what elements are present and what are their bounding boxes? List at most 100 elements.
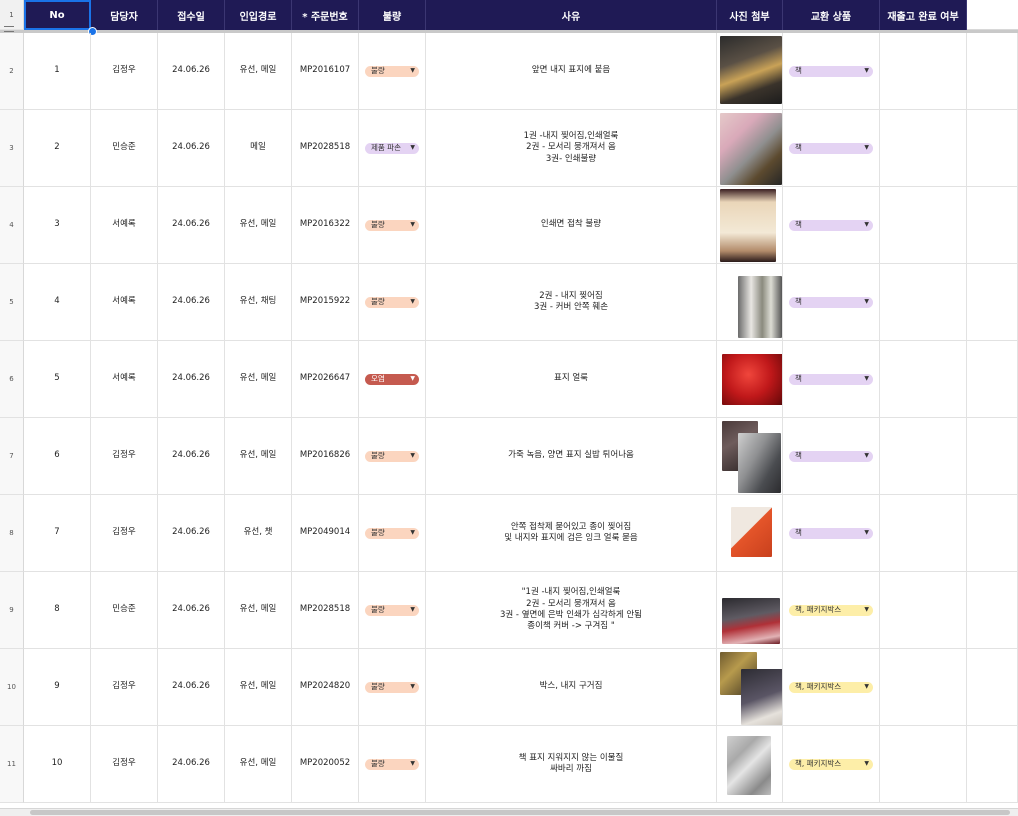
cell-exchange[interactable]: 책, 패키지박스 ▼ <box>783 572 880 649</box>
spreadsheet[interactable]: 1 No 담당자 접수일 인입경로 * 주문번호 불량 사유 사진 첨부 교환 상품 재출고 완료… <box>0 0 1018 816</box>
cell-photo[interactable] <box>717 572 783 649</box>
exchange-dropdown-chip[interactable]: 책 ▼ <box>789 142 873 154</box>
cell-date[interactable]: 24.06.26 <box>158 341 225 418</box>
defect-dropdown-chip[interactable]: 불량 ▼ <box>365 527 419 539</box>
cell-exchange[interactable]: 책 ▼ <box>783 418 880 495</box>
cell-date[interactable]: 24.06.26 <box>158 649 225 726</box>
exchange-dropdown-chip[interactable]: 책 ▼ <box>789 296 873 308</box>
chevron-down-icon[interactable]: ▼ <box>864 606 869 614</box>
cell-reason[interactable]: 인쇄면 접착 불량 <box>426 187 717 264</box>
cell-photo[interactable] <box>717 264 783 341</box>
cell-assignee[interactable]: 김정우 <box>91 649 158 726</box>
header-col-date[interactable]: 접수일 <box>158 0 225 30</box>
defect-dropdown-chip[interactable]: 제품 파손 ▼ <box>365 142 419 154</box>
cell-done[interactable] <box>880 726 967 803</box>
row-number[interactable]: 8 <box>0 495 24 572</box>
cell-order-no[interactable]: MP2016107 <box>292 33 359 110</box>
row-number[interactable]: 11 <box>0 726 24 803</box>
cell-channel[interactable]: 유선, 메일 <box>225 649 292 726</box>
header-col-order-no[interactable]: * 주문번호 <box>292 0 359 30</box>
cell-order-no[interactable]: MP2049014 <box>292 495 359 572</box>
defect-dropdown-chip[interactable]: 불량 ▼ <box>365 219 419 231</box>
cell-no[interactable]: 2 <box>24 110 91 187</box>
row-number[interactable]: 5 <box>0 264 24 341</box>
cell-channel[interactable]: 유선, 챗 <box>225 495 292 572</box>
cell-defect[interactable]: 불량 ▼ <box>359 418 426 495</box>
cell-assignee[interactable]: 서예록 <box>91 264 158 341</box>
cell-exchange[interactable]: 책 ▼ <box>783 264 880 341</box>
row-number[interactable]: 3 <box>0 110 24 187</box>
cell-date[interactable]: 24.06.26 <box>158 726 225 803</box>
cell-channel[interactable]: 유선, 메일 <box>225 187 292 264</box>
cell-done[interactable] <box>880 649 967 726</box>
cell-defect[interactable]: 불량 ▼ <box>359 264 426 341</box>
chevron-down-icon[interactable]: ▼ <box>410 144 415 152</box>
cell-assignee[interactable]: 민승준 <box>91 110 158 187</box>
cell-empty[interactable] <box>967 341 1018 418</box>
cell-reason[interactable]: 박스, 내지 구거짐 <box>426 649 717 726</box>
cell-order-no[interactable]: MP2024820 <box>292 649 359 726</box>
cell-done[interactable] <box>880 341 967 418</box>
cell-photo[interactable] <box>717 110 783 187</box>
cell-empty[interactable] <box>967 649 1018 726</box>
cell-photo[interactable] <box>717 341 783 418</box>
cell-channel[interactable]: 유선, 메일 <box>225 572 292 649</box>
cell-channel[interactable]: 유선, 메일 <box>225 341 292 418</box>
row-number[interactable]: 6 <box>0 341 24 418</box>
cell-reason[interactable]: 2권 - 내지 찢어짐 3권 - 커버 안쪽 훼손 <box>426 264 717 341</box>
cell-defect[interactable]: 불량 ▼ <box>359 187 426 264</box>
cell-exchange[interactable]: 책 ▼ <box>783 33 880 110</box>
cell-channel[interactable]: 유선, 채팅 <box>225 264 292 341</box>
cell-no[interactable]: 5 <box>24 341 91 418</box>
horizontal-scrollbar-thumb[interactable] <box>30 810 1010 815</box>
cell-assignee[interactable]: 서예록 <box>91 187 158 264</box>
cell-no[interactable]: 3 <box>24 187 91 264</box>
chevron-down-icon[interactable]: ▼ <box>864 144 869 152</box>
defect-dropdown-chip[interactable]: 불량 ▼ <box>365 65 419 77</box>
cell-done[interactable] <box>880 572 967 649</box>
row-number[interactable]: 9 <box>0 572 24 649</box>
cell-exchange[interactable]: 책 ▼ <box>783 341 880 418</box>
chevron-down-icon[interactable]: ▼ <box>410 67 415 75</box>
chevron-down-icon[interactable]: ▼ <box>864 452 869 460</box>
exchange-dropdown-chip[interactable]: 책 ▼ <box>789 527 873 539</box>
open-book-photo[interactable] <box>720 189 776 262</box>
header-col-assignee[interactable]: 담당자 <box>91 0 158 30</box>
cell-channel[interactable]: 유선, 메일 <box>225 726 292 803</box>
cell-exchange[interactable]: 책 ▼ <box>783 187 880 264</box>
cell-reason[interactable]: "1권 -내지 찢어짐,인쇄얼룩 2권 - 모서리 뭉개져서 옴 3권 - 옆면… <box>426 572 717 649</box>
cell-defect[interactable]: 불량 ▼ <box>359 33 426 110</box>
row-number[interactable]: 7 <box>0 418 24 495</box>
cell-date[interactable]: 24.06.26 <box>158 187 225 264</box>
cell-order-no[interactable]: MP2028518 <box>292 110 359 187</box>
row-number[interactable]: 4 <box>0 187 24 264</box>
cell-no[interactable]: 10 <box>24 726 91 803</box>
cell-channel[interactable]: 유선, 메일 <box>225 33 292 110</box>
cell-reason[interactable]: 가죽 녹음, 양면 표지 실밥 튀어나옴 <box>426 418 717 495</box>
cell-defect[interactable]: 불량 ▼ <box>359 649 426 726</box>
cell-date[interactable]: 24.06.26 <box>158 572 225 649</box>
cell-defect[interactable]: 제품 파손 ▼ <box>359 110 426 187</box>
chevron-down-icon[interactable]: ▼ <box>864 760 869 768</box>
defect-dropdown-chip[interactable]: 불량 ▼ <box>365 604 419 616</box>
cell-no[interactable]: 7 <box>24 495 91 572</box>
cell-date[interactable]: 24.06.26 <box>158 33 225 110</box>
torn-page-photo[interactable] <box>738 276 782 338</box>
defect-dropdown-chip[interactable]: 불량 ▼ <box>365 681 419 693</box>
cell-photo[interactable] <box>717 418 783 495</box>
header-col-exchange[interactable]: 교환 상품 <box>783 0 880 30</box>
cell-exchange[interactable]: 책 ▼ <box>783 495 880 572</box>
defect-dropdown-chip[interactable]: 불량 ▼ <box>365 450 419 462</box>
chevron-down-icon[interactable]: ▼ <box>410 298 415 306</box>
leather-cover-photo-1[interactable] <box>738 433 781 493</box>
gloved-hand-book-photo[interactable] <box>720 113 782 185</box>
exchange-dropdown-chip[interactable]: 책, 패키지박스 ▼ <box>789 681 873 693</box>
row-number[interactable]: 10 <box>0 649 24 726</box>
cell-empty[interactable] <box>967 495 1018 572</box>
cell-empty[interactable] <box>967 418 1018 495</box>
cell-channel[interactable]: 메일 <box>225 110 292 187</box>
cell-photo[interactable] <box>717 649 783 726</box>
cell-reason[interactable]: 앞면 내지 표지에 붙음 <box>426 33 717 110</box>
cell-defect[interactable]: 오염 ▼ <box>359 341 426 418</box>
chevron-down-icon[interactable]: ▼ <box>864 67 869 75</box>
